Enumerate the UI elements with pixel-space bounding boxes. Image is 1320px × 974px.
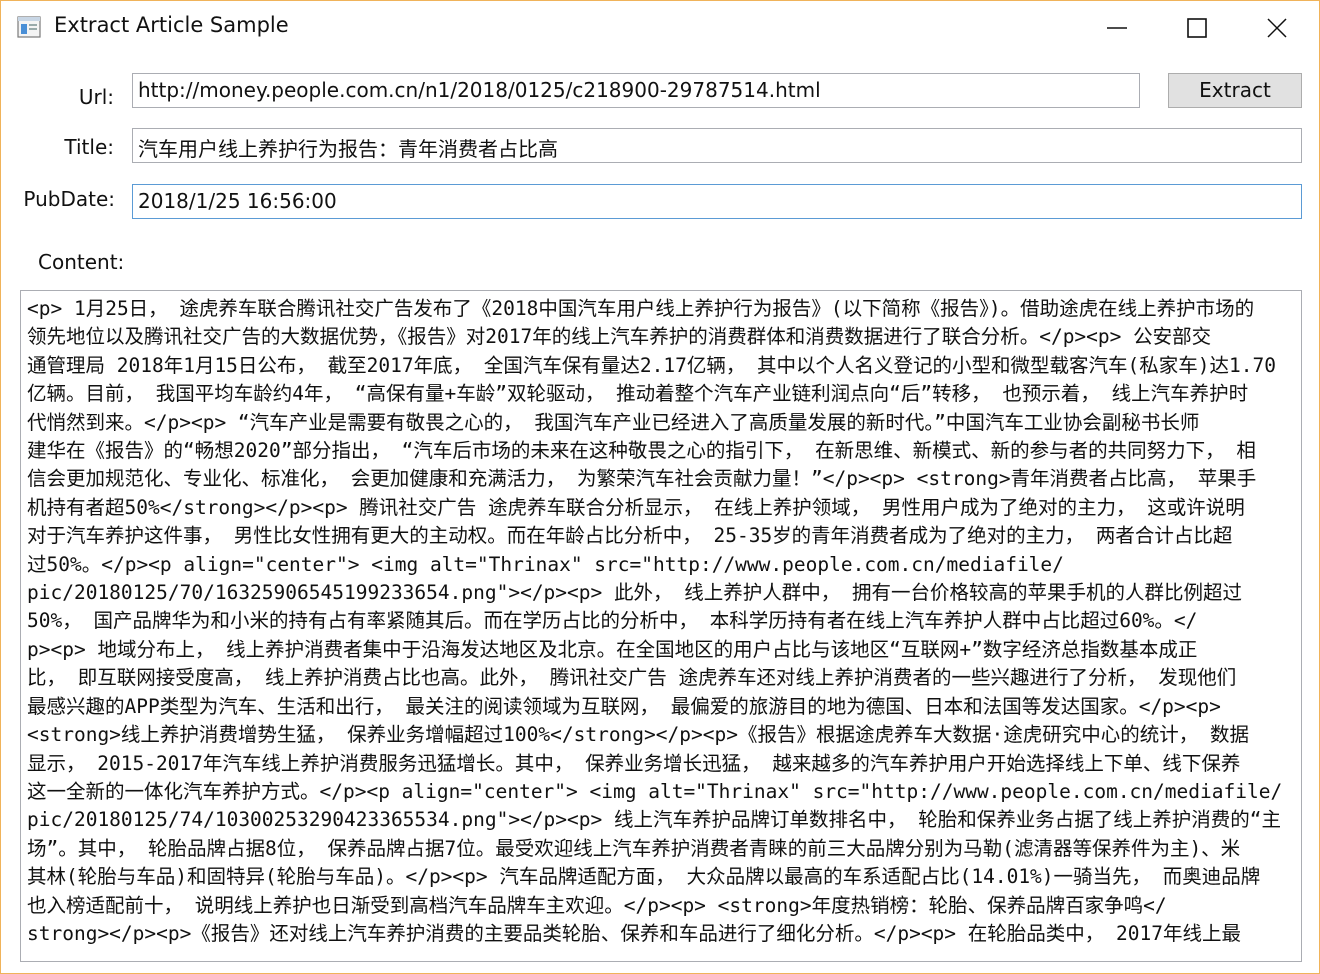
- close-icon: [1267, 18, 1287, 38]
- title-input[interactable]: 汽车用户线上养护行为报告：青年消费者占比高: [132, 128, 1302, 163]
- title-label: Title:: [64, 135, 114, 159]
- app-window-icon: [17, 16, 41, 38]
- content-label: Content:: [38, 250, 125, 274]
- content-textarea[interactable]: <p> 1月25日， 途虎养车联合腾讯社交广告发布了《2018中国汽车用户线上养…: [20, 290, 1302, 962]
- title-bar[interactable]: Extract Article Sample: [1, 1, 1319, 55]
- close-button[interactable]: [1237, 1, 1317, 55]
- minimize-button[interactable]: [1077, 1, 1157, 55]
- window-title: Extract Article Sample: [54, 13, 289, 37]
- pubdate-label: PubDate:: [23, 187, 115, 211]
- maximize-icon: [1187, 18, 1207, 38]
- pubdate-input[interactable]: 2018/1/25 16:56:00: [132, 184, 1302, 219]
- app-window: Extract Article Sample Url: http://money…: [0, 0, 1320, 974]
- maximize-button[interactable]: [1157, 1, 1237, 55]
- minimize-icon: [1107, 27, 1127, 29]
- url-label: Url:: [78, 85, 114, 109]
- content-text: <p> 1月25日， 途虎养车联合腾讯社交广告发布了《2018中国汽车用户线上养…: [27, 297, 1283, 945]
- url-input[interactable]: http://money.people.com.cn/n1/2018/0125/…: [132, 73, 1140, 108]
- extract-button[interactable]: Extract: [1168, 73, 1302, 108]
